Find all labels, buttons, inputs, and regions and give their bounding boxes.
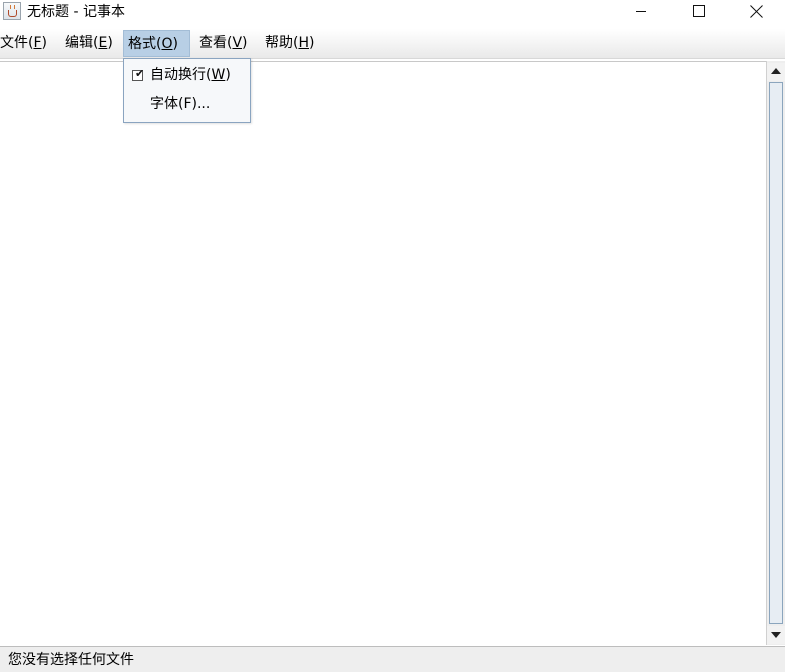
menu-file[interactable]: 文件(F): [0, 30, 51, 57]
arrow-down-icon: [771, 632, 781, 638]
checkmark-icon: ✔: [135, 67, 145, 80]
editor-textarea[interactable]: [0, 61, 766, 645]
menu-bar: 文件(F) 编辑(E) 格式(O) 查看(V) 帮助(H): [0, 29, 785, 59]
menu-item-word-wrap[interactable]: ✔ 自动换行(W): [124, 61, 250, 90]
font-label: 字体(F)...: [150, 96, 211, 112]
minimize-button[interactable]: [612, 0, 670, 24]
editor-content: [0, 62, 766, 66]
status-bar: 您没有选择任何文件: [0, 646, 785, 672]
menu-format[interactable]: 格式(O): [123, 30, 190, 57]
format-dropdown-menu: ✔ 自动换行(W) 字体(F)...: [123, 58, 251, 123]
arrow-up-icon: [771, 68, 781, 74]
menu-edit[interactable]: 编辑(E): [61, 30, 117, 57]
window-title: 无标题 - 记事本: [27, 4, 125, 20]
title-bar[interactable]: 无标题 - 记事本: [0, 0, 785, 26]
minimize-icon: [636, 11, 646, 12]
word-wrap-label: 自动换行(W): [150, 67, 231, 83]
vertical-scrollbar[interactable]: [766, 61, 785, 645]
word-wrap-checkbox[interactable]: ✔: [132, 67, 145, 81]
scroll-thumb[interactable]: [769, 82, 783, 624]
menu-view[interactable]: 查看(V): [195, 30, 252, 57]
scroll-down-button[interactable]: [767, 626, 785, 644]
status-text: 您没有选择任何文件: [8, 652, 134, 668]
scroll-up-button[interactable]: [767, 63, 785, 81]
notepad-window: 无标题 - 记事本 文件(F) 编辑(E) 格式(O) 查看(V) 帮助(H) …: [0, 0, 785, 672]
menu-item-font[interactable]: 字体(F)...: [124, 90, 250, 119]
java-cup-icon[interactable]: [3, 2, 21, 20]
maximize-icon: [693, 5, 705, 17]
close-icon: [750, 3, 764, 19]
menu-help[interactable]: 帮助(H): [261, 30, 318, 57]
maximize-button[interactable]: [670, 0, 728, 24]
close-button[interactable]: [728, 0, 785, 24]
